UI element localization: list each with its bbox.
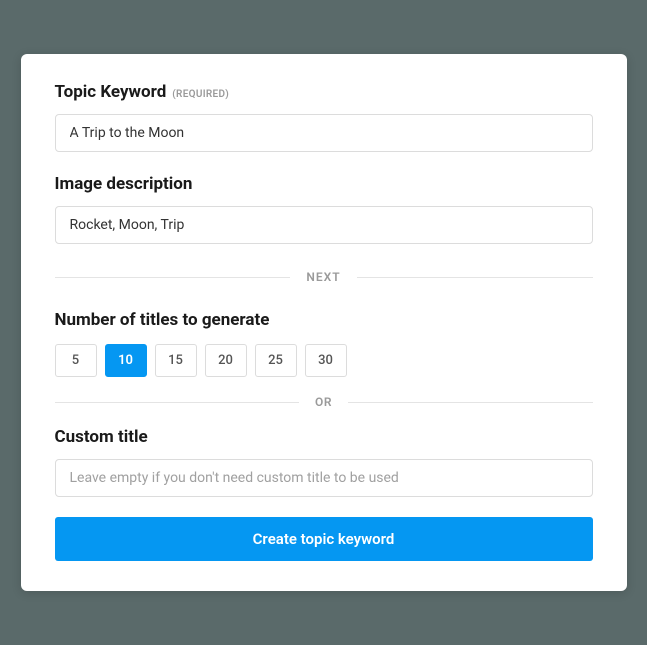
image-description-group: Image description bbox=[55, 174, 593, 244]
titles-count-buttons: 51015202530 bbox=[55, 344, 593, 377]
titles-count-group: Number of titles to generate 51015202530 bbox=[55, 310, 593, 377]
titles-count-label-text: Number of titles to generate bbox=[55, 310, 270, 330]
topic-keyword-input[interactable] bbox=[55, 114, 593, 152]
titles-count-option-25[interactable]: 25 bbox=[255, 344, 297, 377]
titles-count-option-5[interactable]: 5 bbox=[55, 344, 97, 377]
required-tag: (REQUIRED) bbox=[172, 89, 229, 100]
form-card: Topic Keyword (REQUIRED) Image descripti… bbox=[21, 54, 627, 591]
divider-or: OR bbox=[55, 395, 593, 409]
topic-keyword-label: Topic Keyword (REQUIRED) bbox=[55, 82, 593, 102]
image-description-label: Image description bbox=[55, 174, 593, 194]
topic-keyword-group: Topic Keyword (REQUIRED) bbox=[55, 82, 593, 152]
divider-or-text: OR bbox=[299, 395, 348, 409]
custom-title-label-text: Custom title bbox=[55, 427, 148, 447]
custom-title-input[interactable] bbox=[55, 459, 593, 497]
titles-count-option-20[interactable]: 20 bbox=[205, 344, 247, 377]
divider-next-text: NEXT bbox=[290, 270, 356, 284]
custom-title-group: Custom title bbox=[55, 427, 593, 497]
titles-count-option-10[interactable]: 10 bbox=[105, 344, 147, 377]
create-topic-keyword-button[interactable]: Create topic keyword bbox=[55, 517, 593, 561]
divider-next: NEXT bbox=[55, 270, 593, 284]
topic-keyword-label-text: Topic Keyword bbox=[55, 82, 167, 102]
titles-count-label: Number of titles to generate bbox=[55, 310, 593, 330]
custom-title-label: Custom title bbox=[55, 427, 593, 447]
titles-count-option-15[interactable]: 15 bbox=[155, 344, 197, 377]
titles-count-option-30[interactable]: 30 bbox=[305, 344, 347, 377]
image-description-input[interactable] bbox=[55, 206, 593, 244]
image-description-label-text: Image description bbox=[55, 174, 193, 194]
